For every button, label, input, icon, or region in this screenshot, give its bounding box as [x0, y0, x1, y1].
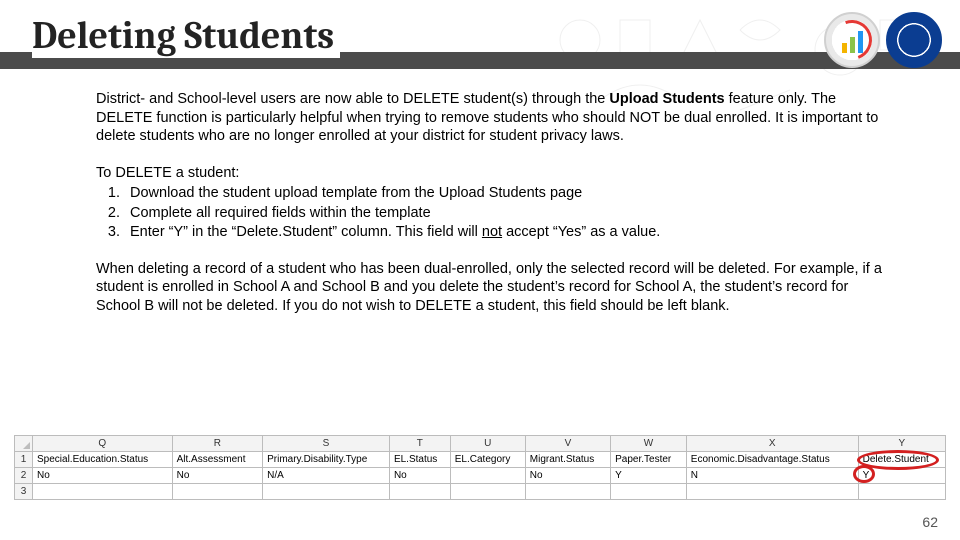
field-name-cell: EL.Status: [389, 452, 450, 468]
field-name-cell: Alt.Assessment: [172, 452, 263, 468]
col-letter: X: [686, 436, 858, 452]
col-letter: Y: [858, 436, 945, 452]
data-cell: No: [389, 468, 450, 484]
field-name-cell-delete: Delete.Student: [858, 452, 945, 468]
field-name-cell: Paper.Tester: [611, 452, 687, 468]
spreadsheet-example: Q R S T U V W X Y 1 Special.Education.St…: [14, 435, 946, 500]
field-name-cell: Special.Education.Status: [33, 452, 173, 468]
col-letter: T: [389, 436, 450, 452]
col-letter: Q: [33, 436, 173, 452]
data-cell: N/A: [263, 468, 390, 484]
data-cell: No: [33, 468, 173, 484]
empty-row: 3: [15, 484, 946, 500]
idaho-dept-education-seal: [886, 12, 942, 68]
col-letter: U: [450, 436, 525, 452]
page-title: Deleting Students: [32, 14, 340, 58]
field-name-cell: Migrant.Status: [525, 452, 610, 468]
data-cell: No: [525, 468, 610, 484]
header-underline: [0, 66, 960, 69]
page-number: 62: [922, 514, 938, 530]
step-item: Download the student upload template fro…: [124, 184, 896, 203]
data-cell: N: [686, 468, 858, 484]
step-item: Enter “Y” in the “Delete.Student” column…: [124, 223, 896, 242]
data-cell: No: [172, 468, 263, 484]
step-item: Complete all required fields within the …: [124, 204, 896, 223]
data-cell: Y: [611, 468, 687, 484]
steps-list: Download the student upload template fro…: [124, 184, 896, 242]
row-number: 3: [15, 484, 33, 500]
data-row: 2 No No N/A No No Y N Y: [15, 468, 946, 484]
col-letter: R: [172, 436, 263, 452]
column-letter-row: Q R S T U V W X Y: [15, 436, 946, 452]
col-letter: V: [525, 436, 610, 452]
sheet-corner: [15, 436, 33, 452]
logo-group: [824, 12, 942, 68]
field-name-cell: Primary.Disability.Type: [263, 452, 390, 468]
col-letter: S: [263, 436, 390, 452]
intro-paragraph: District- and School-level users are now…: [96, 90, 896, 146]
row-number: 1: [15, 452, 33, 468]
body-content: District- and School-level users are now…: [96, 90, 896, 333]
col-letter: W: [611, 436, 687, 452]
note-paragraph: When deleting a record of a student who …: [96, 260, 896, 316]
field-name-row: 1 Special.Education.Status Alt.Assessmen…: [15, 452, 946, 468]
field-name-cell: Economic.Disadvantage.Status: [686, 452, 858, 468]
row-number: 2: [15, 468, 33, 484]
steps-intro: To DELETE a student:: [96, 164, 896, 183]
field-name-cell: EL.Category: [450, 452, 525, 468]
data-cell-delete-value: Y: [858, 468, 945, 484]
assessment-program-logo: [824, 12, 880, 68]
data-cell: [450, 468, 525, 484]
